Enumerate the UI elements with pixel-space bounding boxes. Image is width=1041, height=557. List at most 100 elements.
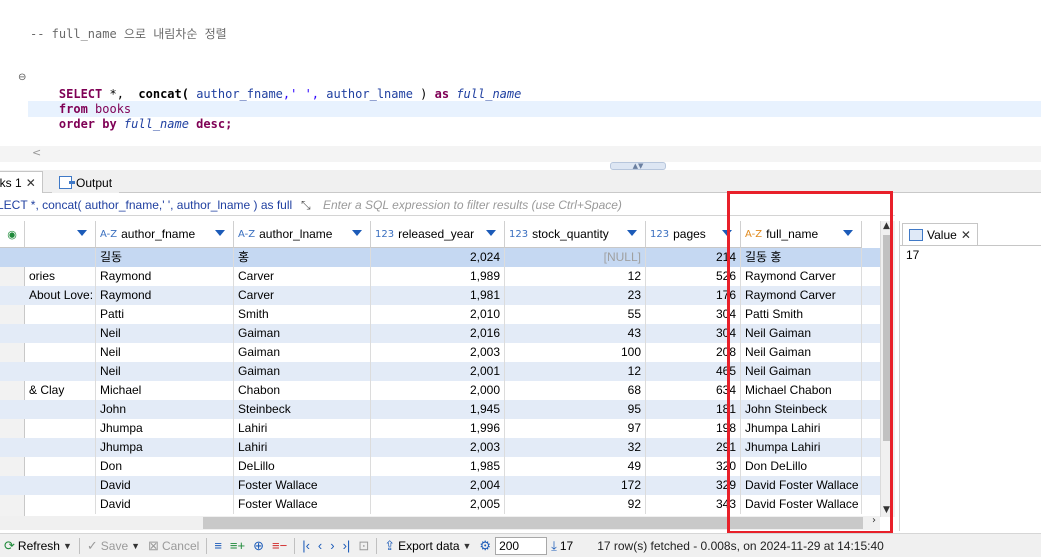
- scroll-thumb[interactable]: [203, 517, 863, 529]
- table-cell[interactable]: 2,000: [371, 381, 505, 400]
- table-cell[interactable]: David: [96, 476, 234, 495]
- table-cell[interactable]: John Steinbeck: [741, 400, 862, 419]
- prev-page-button[interactable]: ‹: [314, 535, 326, 557]
- table-cell[interactable]: 2,001: [371, 362, 505, 381]
- result-limit-input[interactable]: [495, 536, 548, 555]
- table-row[interactable]: & Clay Michael Chabon 2,000 68 634 Michael Cha…: [0, 381, 880, 400]
- table-cell[interactable]: 2,024: [371, 248, 505, 267]
- table-cell[interactable]: Jhumpa: [96, 419, 234, 438]
- table-cell[interactable]: [25, 438, 96, 457]
- table-cell[interactable]: 2,003: [371, 438, 505, 457]
- table-cell[interactable]: [25, 248, 96, 267]
- table-cell[interactable]: DeLillo: [234, 457, 371, 476]
- table-cell[interactable]: 43: [505, 324, 646, 343]
- export-data-button[interactable]: ⇪ Export data ▼: [380, 535, 475, 557]
- chevron-down-icon[interactable]: [352, 230, 362, 236]
- filter-input[interactable]: [323, 197, 843, 212]
- table-cell[interactable]: 329: [646, 476, 741, 495]
- table-cell[interactable]: [25, 362, 96, 381]
- table-cell[interactable]: 95: [505, 400, 646, 419]
- chevron-down-icon[interactable]: ▼: [63, 541, 72, 551]
- table-cell[interactable]: Chabon: [234, 381, 371, 400]
- first-page-button[interactable]: |‹: [298, 535, 314, 557]
- table-cell[interactable]: 12: [505, 362, 646, 381]
- table-cell[interactable]: About Love: S: [25, 286, 96, 305]
- table-cell[interactable]: [25, 343, 96, 362]
- table-cell[interactable]: Don: [96, 457, 234, 476]
- table-cell[interactable]: Neil: [96, 362, 234, 381]
- results-grid[interactable]: ◉ A-Z author_fname A-Z author_lname 123 rel…: [0, 221, 880, 517]
- table-cell[interactable]: Patti: [96, 305, 234, 324]
- table-cell[interactable]: Gaiman: [234, 343, 371, 362]
- table-cell[interactable]: Lahiri: [234, 419, 371, 438]
- table-cell[interactable]: 526: [646, 267, 741, 286]
- scroll-up-icon[interactable]: ▲: [883, 221, 890, 231]
- table-cell[interactable]: Lahiri: [234, 438, 371, 457]
- close-icon[interactable]: ✕: [961, 228, 971, 242]
- chevron-down-icon[interactable]: [486, 230, 496, 236]
- table-cell[interactable]: Jhumpa Lahiri: [741, 438, 862, 457]
- chevron-down-icon[interactable]: ▼: [463, 541, 472, 551]
- table-cell[interactable]: 100: [505, 343, 646, 362]
- table-cell[interactable]: [NULL]: [505, 248, 646, 267]
- table-cell[interactable]: 172: [505, 476, 646, 495]
- table-cell[interactable]: Michael Chabon: [741, 381, 862, 400]
- table-cell[interactable]: Raymond: [96, 286, 234, 305]
- table-row[interactable]: John Steinbeck 1,945 95 181 John Steinbeck: [0, 400, 880, 419]
- table-cell[interactable]: 68: [505, 381, 646, 400]
- table-cell[interactable]: [25, 400, 96, 419]
- table-cell[interactable]: 12: [505, 267, 646, 286]
- settings-button[interactable]: ⚙: [475, 535, 495, 557]
- table-row[interactable]: Don DeLillo 1,985 49 320 Don DeLillo: [0, 457, 880, 476]
- tab-output[interactable]: Output: [52, 171, 120, 193]
- table-row[interactable]: Neil Gaiman 2,016 43 304 Neil Gaiman: [0, 324, 880, 343]
- table-cell[interactable]: Raymond: [96, 267, 234, 286]
- table-cell[interactable]: Don DeLillo: [741, 457, 862, 476]
- table-row[interactable]: Neil Gaiman 2,001 12 465 Neil Gaiman: [0, 362, 880, 381]
- table-cell[interactable]: [25, 419, 96, 438]
- grid-horizontal-scrollbar[interactable]: ›: [0, 515, 880, 530]
- column-header-pages[interactable]: 123 pages: [646, 221, 741, 248]
- chevron-down-icon[interactable]: ▼: [131, 541, 140, 551]
- table-row[interactable]: Patti Smith 2,010 55 304 Patti Smith: [0, 305, 880, 324]
- table-row[interactable]: Jhumpa Lahiri 1,996 97 198 Jhumpa Lahiri: [0, 419, 880, 438]
- table-cell[interactable]: Raymond Carver: [741, 267, 862, 286]
- table-cell[interactable]: 304: [646, 324, 741, 343]
- table-cell[interactable]: [25, 476, 96, 495]
- duplicate-row-button[interactable]: ⊕: [249, 535, 268, 557]
- table-cell[interactable]: Foster Wallace: [234, 495, 371, 514]
- table-cell[interactable]: David: [96, 495, 234, 514]
- table-cell[interactable]: Gaiman: [234, 362, 371, 381]
- table-row[interactable]: David Foster Wallace 2,004 172 329 David Fost…: [0, 476, 880, 495]
- refresh-button[interactable]: ⟳ Refresh ▼: [0, 535, 76, 557]
- table-cell[interactable]: John: [96, 400, 234, 419]
- table-cell[interactable]: Carver: [234, 286, 371, 305]
- table-cell[interactable]: 176: [646, 286, 741, 305]
- table-cell[interactable]: Raymond Carver: [741, 286, 862, 305]
- table-cell[interactable]: David Foster Wallace: [741, 495, 862, 514]
- table-cell[interactable]: 23: [505, 286, 646, 305]
- table-cell[interactable]: Neil Gaiman: [741, 324, 862, 343]
- table-cell[interactable]: 291: [646, 438, 741, 457]
- table-cell[interactable]: Gaiman: [234, 324, 371, 343]
- table-cell[interactable]: 634: [646, 381, 741, 400]
- table-cell[interactable]: Jhumpa Lahiri: [741, 419, 862, 438]
- table-cell[interactable]: 92: [505, 495, 646, 514]
- column-header-released-year[interactable]: 123 released_year: [371, 221, 505, 248]
- column-header-author-lname[interactable]: A-Z author_lname: [234, 221, 371, 248]
- table-cell[interactable]: 181: [646, 400, 741, 419]
- table-cell[interactable]: 208: [646, 343, 741, 362]
- table-cell[interactable]: 32: [505, 438, 646, 457]
- table-cell[interactable]: 홍: [234, 248, 371, 267]
- scroll-left-icon[interactable]: <: [32, 146, 41, 159]
- table-cell[interactable]: 198: [646, 419, 741, 438]
- table-cell[interactable]: 343: [646, 495, 741, 514]
- chevron-down-icon[interactable]: [843, 230, 853, 236]
- table-cell[interactable]: 길동 홍: [741, 248, 862, 267]
- chevron-down-icon[interactable]: [722, 230, 732, 236]
- table-cell[interactable]: Michael: [96, 381, 234, 400]
- table-row[interactable]: Jhumpa Lahiri 2,003 32 291 Jhumpa Lahiri: [0, 438, 880, 457]
- table-cell[interactable]: 2,010: [371, 305, 505, 324]
- table-cell[interactable]: 2,004: [371, 476, 505, 495]
- table-cell[interactable]: 1,996: [371, 419, 505, 438]
